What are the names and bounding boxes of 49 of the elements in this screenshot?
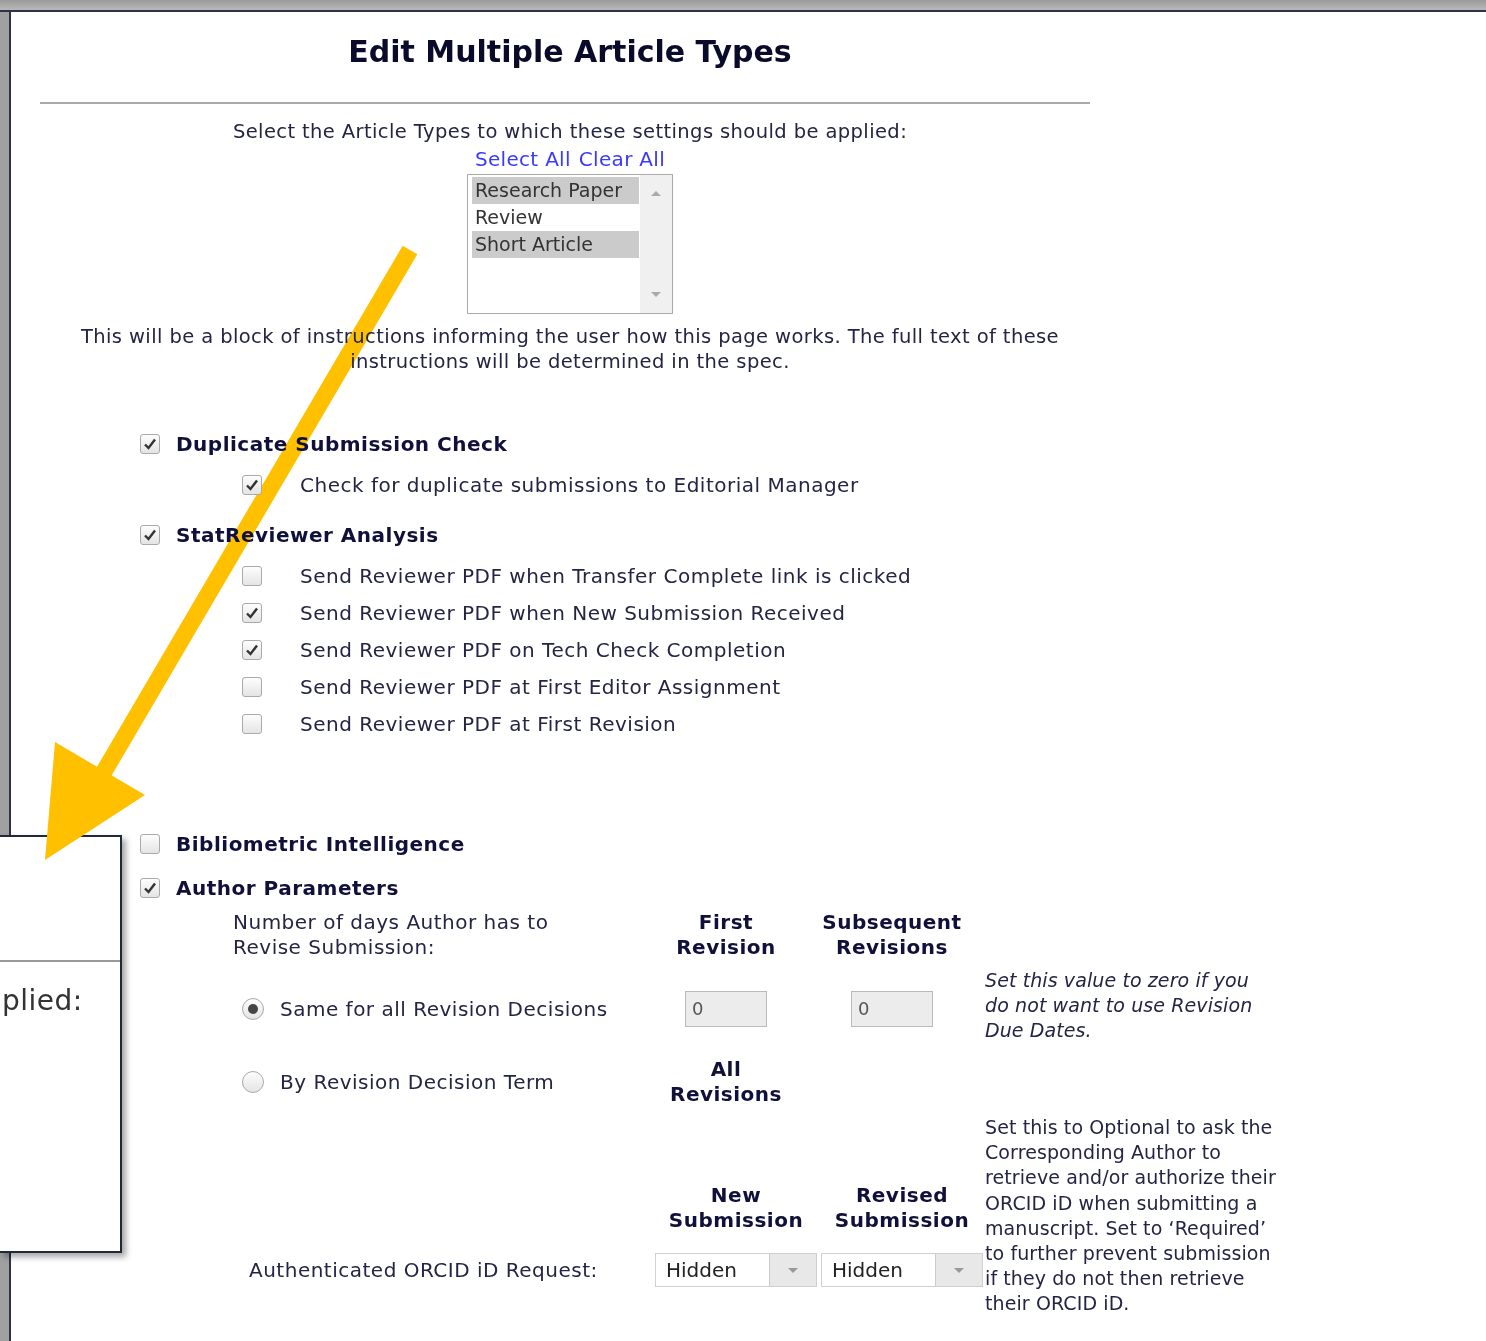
section-label: Bibliometric Intelligence bbox=[176, 832, 465, 856]
column-header: New Submission bbox=[668, 1183, 804, 1233]
checkbox[interactable] bbox=[140, 834, 160, 854]
caret-icon bbox=[953, 1266, 965, 1274]
input-field[interactable]: 0 bbox=[851, 990, 933, 1027]
hint-text: Set this value to zero if you do not want to use Revision Due Dates. bbox=[985, 968, 1254, 1043]
checkbox[interactable] bbox=[140, 525, 160, 545]
field-label: Authenticated ORCID iD Request: bbox=[248, 1258, 599, 1282]
scroll-up-icon[interactable] bbox=[650, 189, 662, 197]
input-field[interactable]: 0 bbox=[685, 990, 767, 1027]
list-item[interactable]: Research Paper bbox=[472, 177, 639, 204]
section-label: Author Parameters bbox=[176, 876, 399, 900]
list-item[interactable]: Review bbox=[472, 204, 639, 231]
column-header: First Revision bbox=[676, 910, 776, 960]
scrollbar[interactable] bbox=[640, 175, 672, 313]
checkbox[interactable] bbox=[242, 713, 262, 734]
option-label: Send Reviewer PDF when Transfer Complete link is clicked bbox=[300, 563, 912, 588]
column-header: All Revisions bbox=[670, 1057, 782, 1107]
radio-label: By Revision Decision Term bbox=[280, 1070, 555, 1094]
column-header: Subsequent Revisions bbox=[822, 910, 962, 960]
checkbox[interactable] bbox=[242, 474, 262, 495]
option-label: Send Reviewer PDF when New Submission Received bbox=[300, 600, 846, 625]
dropdown[interactable]: Hidden bbox=[655, 1253, 817, 1287]
checkbox[interactable] bbox=[242, 639, 262, 660]
field-label: Number of days Author has to Revise Submission: bbox=[233, 910, 550, 960]
radio-button[interactable] bbox=[242, 997, 264, 1020]
prompt-text: Select the Article Types to which these settings should be applied: bbox=[232, 119, 908, 145]
article-type-listbox[interactable]: Research Paper Review Short Article bbox=[467, 174, 673, 314]
link[interactable]: Clear All bbox=[578, 145, 665, 173]
caret-icon bbox=[787, 1266, 799, 1274]
radio-button[interactable] bbox=[242, 1071, 264, 1093]
column-header: Revised Submission bbox=[834, 1183, 970, 1233]
page-title: Edit Multiple Article Types bbox=[347, 33, 793, 71]
option-label: Check for duplicate submissions to Editorial Manager bbox=[300, 472, 859, 497]
dropdown[interactable]: Hidden bbox=[821, 1253, 983, 1287]
checkbox[interactable] bbox=[140, 878, 160, 898]
checkbox[interactable] bbox=[140, 434, 160, 454]
option-label: Send Reviewer PDF at First Editor Assignment bbox=[300, 674, 781, 699]
checkbox[interactable] bbox=[242, 565, 262, 586]
checkbox[interactable] bbox=[242, 676, 262, 697]
option-label: Send Reviewer PDF at First Revision bbox=[300, 711, 677, 736]
callout-text: plied: bbox=[2, 984, 84, 1017]
option-label: Send Reviewer PDF on Tech Check Completion bbox=[300, 637, 787, 662]
radio-label: Same for all Revision Decisions bbox=[280, 996, 608, 1021]
scroll-down-icon[interactable] bbox=[650, 291, 662, 299]
list-item[interactable]: Short Article bbox=[472, 231, 639, 258]
link[interactable]: Select All bbox=[475, 145, 571, 173]
hint-text: Set this to Optional to ask the Corresponding Author to retrieve and/or authorize their ORCID iD when submitting a manuscript. Set to ‘Required’ to further prevent submission if they do not then retrieve their ORCID iD. bbox=[985, 1115, 1277, 1317]
checkbox[interactable] bbox=[242, 602, 262, 623]
